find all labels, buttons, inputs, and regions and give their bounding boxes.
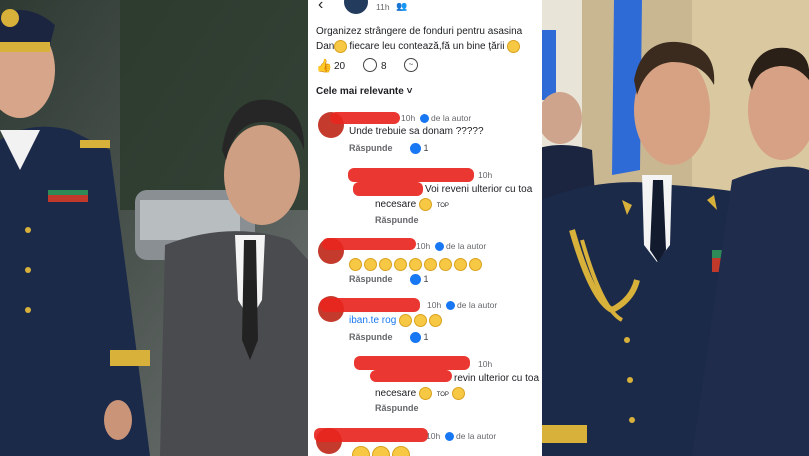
emoji-row bbox=[352, 446, 412, 456]
like-icon[interactable]: 👍 bbox=[316, 58, 332, 74]
post-text-line1: Organizez strângere de fonduri pentru as… bbox=[316, 26, 523, 37]
verified-badge-icon bbox=[445, 432, 454, 442]
comment-text-part: necesare bbox=[375, 199, 417, 211]
comment-time: 10h bbox=[427, 300, 442, 310]
like-icon bbox=[410, 143, 421, 155]
reply-button[interactable]: Răspunde bbox=[375, 403, 419, 413]
comment-time: 10h bbox=[478, 170, 493, 180]
emoji-icon bbox=[454, 258, 467, 272]
author-badge-label: de la autor bbox=[431, 113, 472, 123]
reply-button[interactable]: Răspunde bbox=[375, 215, 419, 225]
post-text-rest: fiecare leu contează,fă un bine țării bbox=[349, 41, 505, 53]
comment-text-part: necesare bbox=[375, 388, 417, 400]
friends-icon: 👥 bbox=[396, 1, 408, 11]
emoji-icon bbox=[364, 258, 377, 272]
author-badge-label: de la autor bbox=[446, 241, 487, 251]
emoji-icon bbox=[451, 387, 465, 400]
emoji-icon bbox=[394, 258, 407, 272]
emoji-icon bbox=[392, 446, 410, 456]
emoji-icon bbox=[424, 258, 437, 272]
redaction-scribble bbox=[320, 298, 420, 312]
like-icon bbox=[410, 332, 421, 344]
emoji-row bbox=[349, 256, 484, 274]
post-time: 11h bbox=[376, 2, 390, 12]
redaction-scribble bbox=[353, 182, 423, 196]
back-arrow-icon[interactable]: ‹ bbox=[318, 0, 323, 14]
like-count-value: 1 bbox=[423, 332, 429, 342]
like-count-value: 1 bbox=[423, 274, 429, 284]
left-photo-scene bbox=[0, 0, 308, 456]
emoji-icon bbox=[379, 258, 392, 272]
comment-text: revin ulterior cu toa bbox=[454, 373, 539, 384]
emoji-icon bbox=[439, 258, 452, 272]
emoji-icon bbox=[334, 40, 348, 53]
comment-text: necesare TOP bbox=[375, 387, 467, 400]
comment-text-part: iban.te rog bbox=[349, 315, 397, 327]
right-photo-scene bbox=[542, 0, 809, 456]
comment-text: necesare TOP bbox=[375, 198, 449, 211]
emoji-icon bbox=[469, 258, 482, 272]
redaction-scribble bbox=[348, 168, 474, 182]
like-count: 20 bbox=[334, 61, 346, 72]
post-text-line2: Dan fiecare leu contează,fă un bine țării bbox=[316, 40, 522, 53]
left-photo bbox=[0, 0, 308, 456]
redaction-scribble bbox=[330, 112, 400, 124]
sort-label: Cele mai relevante bbox=[316, 86, 404, 97]
author-badge: de la autor bbox=[446, 300, 498, 311]
author-badge: de la autor bbox=[435, 241, 487, 252]
redaction-scribble bbox=[370, 370, 452, 382]
verified-badge-icon bbox=[435, 242, 444, 252]
facebook-post-screenshot: ‹ 11h 👥 Organizez strângere de fonduri p… bbox=[308, 0, 542, 456]
messenger-icon[interactable]: ~ bbox=[404, 58, 418, 72]
reply-button[interactable]: Răspunde bbox=[349, 143, 393, 153]
comment-text: Voi reveni ulterior cu toa bbox=[425, 184, 532, 195]
reply-button[interactable]: Răspunde bbox=[349, 332, 393, 342]
emoji-icon bbox=[409, 258, 422, 272]
emoji-icon bbox=[507, 40, 521, 53]
emoji-icon bbox=[418, 387, 432, 400]
comment-text-part: ulterior cu toa bbox=[468, 184, 533, 195]
comment-icon[interactable] bbox=[363, 58, 377, 72]
emoji-icon bbox=[418, 198, 432, 211]
top-emoji-label: TOP bbox=[436, 392, 449, 399]
author-badge: de la autor bbox=[445, 431, 497, 442]
verified-badge-icon bbox=[446, 301, 455, 311]
chevron-down-icon: ˅ bbox=[406, 86, 413, 97]
comment-text: iban.te rog bbox=[349, 314, 444, 327]
post-text-name: Dan bbox=[316, 41, 335, 53]
top-emoji-label: TOP bbox=[436, 203, 449, 210]
comment-time: 10h bbox=[426, 431, 441, 441]
emoji-icon bbox=[352, 446, 370, 456]
verified-badge-icon bbox=[420, 114, 429, 124]
emoji-icon bbox=[414, 314, 428, 327]
author-badge: de la autor bbox=[420, 113, 472, 124]
like-count-value: 1 bbox=[423, 143, 429, 153]
redaction-scribble bbox=[354, 356, 470, 370]
emoji-icon bbox=[349, 258, 362, 272]
like-icon bbox=[410, 274, 421, 286]
author-badge-label: de la autor bbox=[457, 300, 498, 310]
comment-time: 10h bbox=[401, 113, 416, 123]
redaction-scribble bbox=[322, 238, 416, 250]
right-photo bbox=[542, 0, 809, 456]
redaction-scribble bbox=[314, 428, 428, 442]
sort-selector[interactable]: Cele mai relevante ˅ bbox=[316, 86, 412, 97]
comment-text: Unde trebuie sa donam ????? bbox=[349, 126, 484, 137]
comment-time: 10h bbox=[416, 241, 431, 251]
comment-count: 8 bbox=[381, 61, 387, 72]
comment-like-count: 1 bbox=[410, 143, 429, 155]
comment-like-count: 1 bbox=[410, 332, 429, 344]
avatar[interactable] bbox=[344, 0, 368, 14]
emoji-icon bbox=[429, 314, 443, 327]
author-badge-label: de la autor bbox=[456, 431, 497, 441]
comment-text-part: revin ulterior cu toa bbox=[454, 373, 540, 384]
comment-time: 10h bbox=[478, 359, 493, 369]
comment-like-count: 1 bbox=[410, 274, 429, 286]
comment-text-part: Voi reveni bbox=[425, 184, 469, 195]
emoji-icon bbox=[399, 314, 413, 327]
emoji-icon bbox=[372, 446, 390, 456]
reply-button[interactable]: Răspunde bbox=[349, 274, 393, 284]
